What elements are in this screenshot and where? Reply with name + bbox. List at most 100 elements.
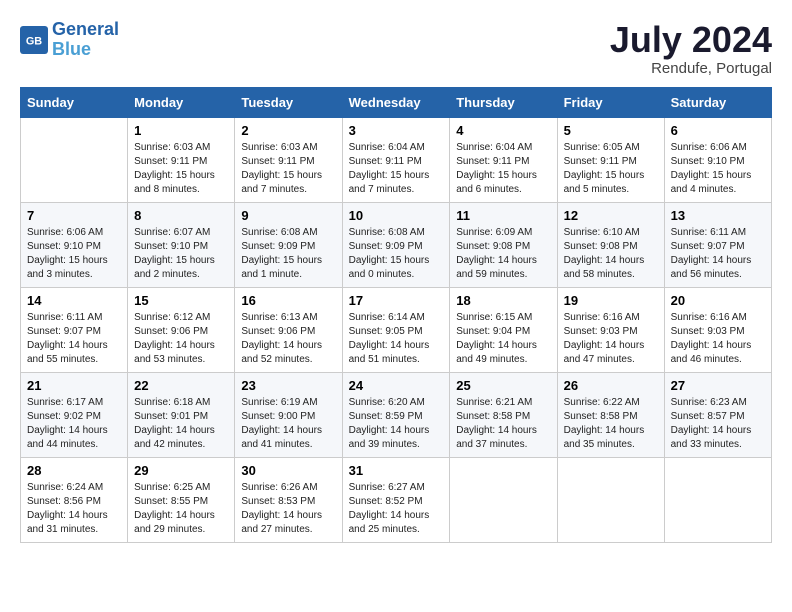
calendar-cell: 29Sunrise: 6:25 AMSunset: 8:55 PMDayligh…: [128, 457, 235, 542]
calendar-table: SundayMondayTuesdayWednesdayThursdayFrid…: [20, 87, 772, 543]
day-info: Sunrise: 6:06 AMSunset: 9:10 PMDaylight:…: [671, 141, 765, 197]
day-info: Sunrise: 6:15 AMSunset: 9:04 PMDaylight:…: [456, 311, 550, 367]
calendar-cell: 14 Sunrise: 6:11 AMSunset: 9:07 PMDayligh…: [21, 287, 128, 372]
day-number: 4: [456, 123, 550, 138]
calendar-cell: 15Sunrise: 6:12 AMSunset: 9:06 PMDayligh…: [128, 287, 235, 372]
calendar-week-row: 1 Sunrise: 6:03 AMSunset: 9:11 PMDaylight…: [21, 117, 772, 202]
calendar-cell: 6Sunrise: 6:06 AMSunset: 9:10 PMDaylight…: [664, 117, 771, 202]
title-block: July 2024 Rendufe, Portugal: [610, 20, 772, 77]
calendar-cell: 25 Sunrise: 6:21 AMSunset: 8:58 PMDayligh…: [450, 372, 557, 457]
calendar-cell: [664, 457, 771, 542]
day-number: 1: [134, 123, 228, 138]
calendar-cell: 22 Sunrise: 6:18 AMSunset: 9:01 PMDayligh…: [128, 372, 235, 457]
calendar-cell: [21, 117, 128, 202]
weekday-header-monday: Monday: [128, 87, 235, 117]
calendar-cell: 30Sunrise: 6:26 AMSunset: 8:53 PMDayligh…: [235, 457, 342, 542]
calendar-body: 1 Sunrise: 6:03 AMSunset: 9:11 PMDaylight…: [21, 117, 772, 542]
day-info: Sunrise: 6:16 AMSunset: 9:03 PMDaylight:…: [671, 311, 765, 367]
day-info: Sunrise: 6:08 AMSunset: 9:09 PMDaylight:…: [349, 226, 444, 282]
day-number: 29: [134, 463, 228, 478]
calendar-week-row: 14 Sunrise: 6:11 AMSunset: 9:07 PMDayligh…: [21, 287, 772, 372]
calendar-week-row: 7 Sunrise: 6:06 AMSunset: 9:10 PMDaylight…: [21, 202, 772, 287]
day-info: Sunrise: 6:13 AMSunset: 9:06 PMDaylight:…: [241, 311, 335, 367]
day-info: Sunrise: 6:20 AMSunset: 8:59 PMDaylight:…: [349, 396, 444, 452]
day-info: Sunrise: 6:23 AMSunset: 8:57 PMDaylight:…: [671, 396, 765, 452]
logo-icon: GB: [20, 26, 48, 54]
day-info: Sunrise: 6:04 AMSunset: 9:11 PMDaylight:…: [349, 141, 444, 197]
calendar-cell: 1 Sunrise: 6:03 AMSunset: 9:11 PMDaylight…: [128, 117, 235, 202]
day-info: Sunrise: 6:18 AMSunset: 9:01 PMDaylight:…: [134, 396, 228, 452]
day-number: 16: [241, 293, 335, 308]
day-number: 3: [349, 123, 444, 138]
day-number: 7: [27, 208, 121, 223]
calendar-cell: 2 Sunrise: 6:03 AMSunset: 9:11 PMDaylight…: [235, 117, 342, 202]
day-number: 20: [671, 293, 765, 308]
day-info: Sunrise: 6:05 AMSunset: 9:11 PMDaylight:…: [564, 141, 658, 197]
calendar-cell: 24Sunrise: 6:20 AMSunset: 8:59 PMDayligh…: [342, 372, 450, 457]
day-info: Sunrise: 6:17 AMSunset: 9:02 PMDaylight:…: [27, 396, 121, 452]
day-info: Sunrise: 6:22 AMSunset: 8:58 PMDaylight:…: [564, 396, 658, 452]
calendar-cell: 10 Sunrise: 6:08 AMSunset: 9:09 PMDayligh…: [342, 202, 450, 287]
calendar-cell: 9 Sunrise: 6:08 AMSunset: 9:09 PMDaylight…: [235, 202, 342, 287]
day-info: Sunrise: 6:19 AMSunset: 9:00 PMDaylight:…: [241, 396, 335, 452]
day-info: Sunrise: 6:07 AMSunset: 9:10 PMDaylight:…: [134, 226, 228, 282]
day-number: 28: [27, 463, 121, 478]
calendar-cell: 5 Sunrise: 6:05 AMSunset: 9:11 PMDaylight…: [557, 117, 664, 202]
calendar-week-row: 28 Sunrise: 6:24 AMSunset: 8:56 PMDayligh…: [21, 457, 772, 542]
day-number: 2: [241, 123, 335, 138]
weekday-row: SundayMondayTuesdayWednesdayThursdayFrid…: [21, 87, 772, 117]
day-number: 31: [349, 463, 444, 478]
day-number: 9: [241, 208, 335, 223]
location-subtitle: Rendufe, Portugal: [610, 60, 772, 77]
calendar-cell: 21 Sunrise: 6:17 AMSunset: 9:02 PMDayligh…: [21, 372, 128, 457]
day-info: Sunrise: 6:06 AMSunset: 9:10 PMDaylight:…: [27, 226, 121, 282]
day-number: 5: [564, 123, 658, 138]
calendar-week-row: 21 Sunrise: 6:17 AMSunset: 9:02 PMDayligh…: [21, 372, 772, 457]
day-info: Sunrise: 6:03 AMSunset: 9:11 PMDaylight:…: [241, 141, 335, 197]
weekday-header-tuesday: Tuesday: [235, 87, 342, 117]
calendar-cell: 18 Sunrise: 6:15 AMSunset: 9:04 PMDayligh…: [450, 287, 557, 372]
day-info: Sunrise: 6:10 AMSunset: 9:08 PMDaylight:…: [564, 226, 658, 282]
day-number: 18: [456, 293, 550, 308]
day-info: Sunrise: 6:27 AMSunset: 8:52 PMDaylight:…: [349, 481, 444, 537]
page-header: GB GeneralBlue July 2024 Rendufe, Portug…: [20, 20, 772, 77]
day-info: Sunrise: 6:14 AMSunset: 9:05 PMDaylight:…: [349, 311, 444, 367]
svg-text:GB: GB: [26, 35, 42, 47]
day-info: Sunrise: 6:21 AMSunset: 8:58 PMDaylight:…: [456, 396, 550, 452]
day-info: Sunrise: 6:24 AMSunset: 8:56 PMDaylight:…: [27, 481, 121, 537]
weekday-header-saturday: Saturday: [664, 87, 771, 117]
calendar-cell: 11Sunrise: 6:09 AMSunset: 9:08 PMDayligh…: [450, 202, 557, 287]
weekday-header-wednesday: Wednesday: [342, 87, 450, 117]
day-info: Sunrise: 6:26 AMSunset: 8:53 PMDaylight:…: [241, 481, 335, 537]
day-number: 15: [134, 293, 228, 308]
calendar-cell: 12Sunrise: 6:10 AMSunset: 9:08 PMDayligh…: [557, 202, 664, 287]
day-info: Sunrise: 6:04 AMSunset: 9:11 PMDaylight:…: [456, 141, 550, 197]
day-number: 10: [349, 208, 444, 223]
calendar-cell: 8 Sunrise: 6:07 AMSunset: 9:10 PMDaylight…: [128, 202, 235, 287]
day-number: 26: [564, 378, 658, 393]
day-info: Sunrise: 6:11 AMSunset: 9:07 PMDaylight:…: [27, 311, 121, 367]
day-number: 25: [456, 378, 550, 393]
logo-text: GeneralBlue: [52, 20, 119, 60]
calendar-cell: 28 Sunrise: 6:24 AMSunset: 8:56 PMDayligh…: [21, 457, 128, 542]
calendar-cell: 17 Sunrise: 6:14 AMSunset: 9:05 PMDayligh…: [342, 287, 450, 372]
day-number: 11: [456, 208, 550, 223]
logo: GB GeneralBlue: [20, 20, 119, 60]
calendar-cell: 3 Sunrise: 6:04 AMSunset: 9:11 PMDaylight…: [342, 117, 450, 202]
day-number: 8: [134, 208, 228, 223]
calendar-header: SundayMondayTuesdayWednesdayThursdayFrid…: [21, 87, 772, 117]
calendar-cell: 31 Sunrise: 6:27 AMSunset: 8:52 PMDayligh…: [342, 457, 450, 542]
day-info: Sunrise: 6:11 AMSunset: 9:07 PMDaylight:…: [671, 226, 765, 282]
day-info: Sunrise: 6:03 AMSunset: 9:11 PMDaylight:…: [134, 141, 228, 197]
day-info: Sunrise: 6:16 AMSunset: 9:03 PMDaylight:…: [564, 311, 658, 367]
calendar-cell: 4 Sunrise: 6:04 AMSunset: 9:11 PMDaylight…: [450, 117, 557, 202]
day-number: 13: [671, 208, 765, 223]
day-number: 23: [241, 378, 335, 393]
day-number: 21: [27, 378, 121, 393]
day-info: Sunrise: 6:08 AMSunset: 9:09 PMDaylight:…: [241, 226, 335, 282]
day-number: 17: [349, 293, 444, 308]
day-number: 14: [27, 293, 121, 308]
calendar-cell: [450, 457, 557, 542]
day-number: 22: [134, 378, 228, 393]
calendar-cell: 23 Sunrise: 6:19 AMSunset: 9:00 PMDayligh…: [235, 372, 342, 457]
